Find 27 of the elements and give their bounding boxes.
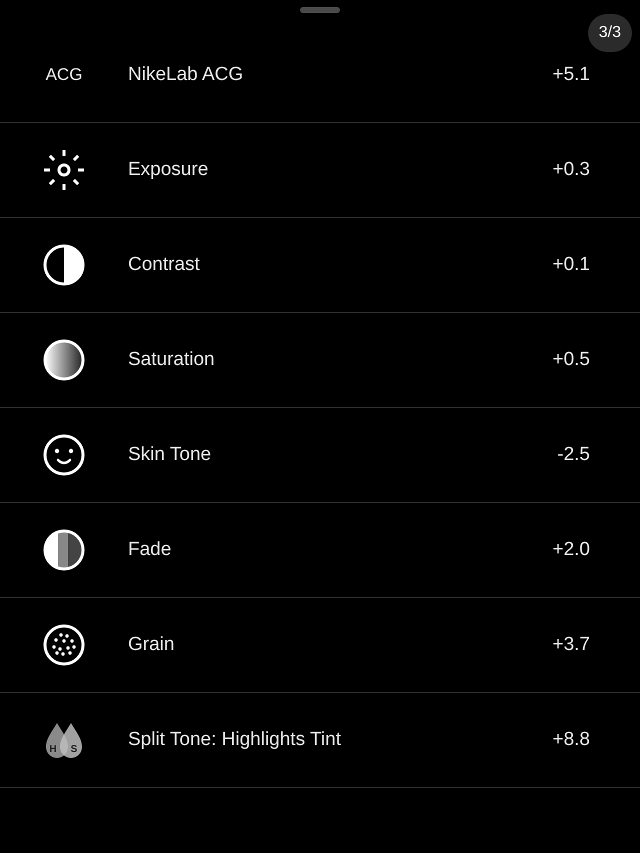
- adjustment-name: Contrast: [128, 252, 201, 277]
- adjustment-value: +5.1: [552, 62, 591, 87]
- adjustment-name: Grain: [128, 632, 176, 657]
- h-letter: H: [49, 744, 57, 755]
- adjustment-name: Fade: [128, 538, 172, 562]
- s-letter: S: [70, 744, 78, 755]
- smiley-icon: [43, 434, 85, 476]
- adjustment-name: Split Tone: Highlights Tint: [128, 728, 342, 752]
- icon-label: ACG: [46, 64, 82, 86]
- adjustment-value: +8.8: [552, 728, 591, 752]
- adjustment-value: +0.1: [552, 252, 591, 277]
- grain-icon: [43, 624, 85, 666]
- sun-icon: [43, 149, 85, 191]
- adjustment-name: NikeLab ACG: [128, 62, 244, 87]
- adjustment-value: +0.5: [552, 348, 591, 372]
- adjustment-name: Saturation: [128, 348, 216, 372]
- adjustment-value: +0.3: [552, 158, 591, 182]
- adjustment-value: +2.0: [552, 538, 591, 562]
- gradient-circle-icon: [43, 339, 85, 381]
- adjustment-name: Exposure: [128, 158, 210, 182]
- adjustment-value: -2.5: [557, 442, 591, 467]
- drag-handle[interactable]: [300, 7, 340, 13]
- page-counter-badge: 3/3: [588, 14, 632, 52]
- fade-icon: [43, 529, 85, 571]
- adjustment-name: Skin Tone: [128, 442, 212, 467]
- contrast-icon: [43, 244, 85, 286]
- adjustment-value: +3.7: [552, 632, 591, 657]
